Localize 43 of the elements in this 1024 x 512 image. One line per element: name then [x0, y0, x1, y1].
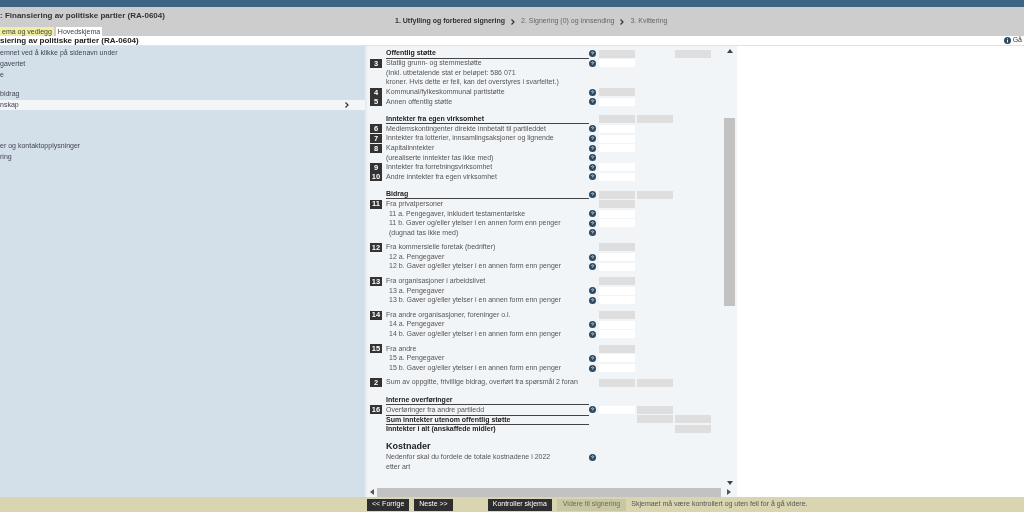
help-icon[interactable]: [589, 88, 596, 96]
help-icon[interactable]: [589, 173, 596, 181]
help-icon[interactable]: [589, 210, 596, 218]
help-icon[interactable]: [589, 253, 596, 261]
chevron-right-icon: [345, 102, 349, 108]
info-icon: [1003, 37, 1011, 44]
help-icon[interactable]: [589, 144, 596, 152]
help-icon[interactable]: [589, 191, 596, 198]
input-field[interactable]: [599, 97, 635, 106]
help-icon[interactable]: [589, 330, 596, 338]
input-field[interactable]: [599, 354, 635, 363]
help-icon[interactable]: [589, 98, 596, 106]
help-icon[interactable]: [589, 287, 596, 295]
help-icon[interactable]: [589, 59, 596, 67]
chevron-right-icon: [620, 18, 625, 25]
help-icon[interactable]: [589, 125, 596, 133]
right-arrow-icon[interactable]: [727, 489, 731, 495]
help-icon[interactable]: [589, 50, 596, 58]
field-label: Kostnader: [386, 441, 431, 453]
input-field[interactable]: [599, 59, 635, 68]
help-icon[interactable]: [589, 219, 596, 227]
left-arrow-icon[interactable]: [370, 489, 374, 495]
form-title: : Finansiering av politiske partier (RA-0604): [0, 10, 166, 22]
help-icon[interactable]: [589, 321, 596, 329]
help-icon[interactable]: [589, 229, 596, 237]
help-icon[interactable]: [589, 163, 596, 171]
page-heading: siering av politiske partier (RA-0604): [0, 35, 139, 47]
down-arrow-icon[interactable]: [726, 481, 733, 485]
up-arrow-icon[interactable]: [726, 49, 733, 53]
help-icon[interactable]: [589, 154, 596, 162]
help-icon[interactable]: [589, 263, 596, 271]
input-field[interactable]: [599, 320, 635, 329]
help-icon[interactable]: [589, 354, 596, 362]
input-field[interactable]: [599, 209, 635, 218]
chevron-right-icon: [511, 18, 516, 25]
help-icon[interactable]: [589, 296, 596, 304]
help-icon[interactable]: [589, 454, 596, 462]
help-icon[interactable]: [589, 364, 596, 372]
help-icon[interactable]: [589, 406, 596, 414]
scrollbar-thumb[interactable]: [724, 118, 735, 306]
input-field[interactable]: [599, 124, 635, 133]
help-icon[interactable]: [589, 135, 596, 143]
input-field[interactable]: [599, 286, 635, 295]
